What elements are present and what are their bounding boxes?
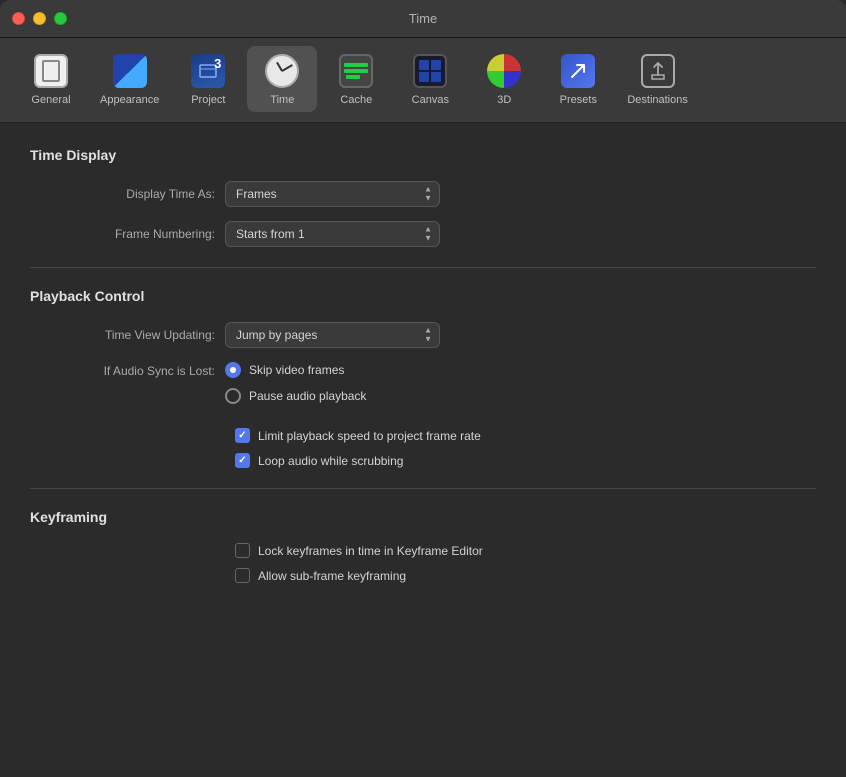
checkbox-lock-keyframes-label: Lock keyframes in time in Keyframe Edito… — [258, 544, 483, 558]
toolbar-item-3d[interactable]: 3D — [469, 46, 539, 112]
divider-2 — [30, 488, 816, 489]
toolbar-item-project[interactable]: 3 Project — [173, 46, 243, 112]
checkbox-loop-audio-label: Loop audio while scrubbing — [258, 454, 403, 468]
radio-pause-label: Pause audio playback — [249, 389, 366, 403]
checkbox-limit-playback-icon[interactable] — [235, 428, 250, 443]
audio-sync-row: If Audio Sync is Lost: Skip video frames… — [30, 362, 816, 414]
display-time-as-label: Display Time As: — [30, 187, 225, 201]
project-icon: 3 — [189, 52, 227, 90]
frame-numbering-wrapper: Starts from 1 Starts from 0 ▲ ▼ — [225, 221, 440, 247]
time-view-updating-row: Time View Updating: Jump by pages Contin… — [30, 322, 816, 348]
time-view-updating-label: Time View Updating: — [30, 328, 225, 342]
display-time-as-row: Display Time As: Frames Timecode Seconds… — [30, 181, 816, 207]
frame-numbering-label: Frame Numbering: — [30, 227, 225, 241]
checkbox-lock-keyframes-row[interactable]: Lock keyframes in time in Keyframe Edito… — [235, 543, 816, 558]
toolbar-label-canvas: Canvas — [412, 94, 449, 106]
toolbar-item-time[interactable]: Time — [247, 46, 317, 112]
radio-skip-icon[interactable] — [225, 362, 241, 378]
toolbar: General Appearance 3 Project — [0, 38, 846, 123]
keyframing-checkboxes: Lock keyframes in time in Keyframe Edito… — [235, 543, 816, 583]
time-view-updating-wrapper: Jump by pages Continuously No updating ▲… — [225, 322, 440, 348]
toolbar-item-appearance[interactable]: Appearance — [90, 46, 169, 112]
frame-numbering-row: Frame Numbering: Starts from 1 Starts fr… — [30, 221, 816, 247]
toolbar-label-presets: Presets — [560, 94, 597, 106]
appearance-icon — [111, 52, 149, 90]
toolbar-label-cache: Cache — [340, 94, 372, 106]
radio-pause-audio[interactable]: Pause audio playback — [225, 388, 366, 404]
maximize-button[interactable] — [54, 12, 67, 25]
frame-numbering-select[interactable]: Starts from 1 Starts from 0 — [225, 221, 440, 247]
toolbar-item-canvas[interactable]: Canvas — [395, 46, 465, 112]
keyframing-section-title: Keyframing — [30, 509, 816, 525]
presets-icon — [559, 52, 597, 90]
radio-pause-icon[interactable] — [225, 388, 241, 404]
display-time-as-wrapper: Frames Timecode Seconds ▲ ▼ — [225, 181, 440, 207]
toolbar-label-project: Project — [191, 94, 225, 106]
checkbox-limit-playback-label: Limit playback speed to project frame ra… — [258, 429, 481, 443]
playback-control-section-title: Playback Control — [30, 288, 816, 304]
audio-sync-label: If Audio Sync is Lost: — [30, 362, 225, 378]
toolbar-item-general[interactable]: General — [16, 46, 86, 112]
3d-icon — [485, 52, 523, 90]
checkbox-subframe-row[interactable]: Allow sub-frame keyframing — [235, 568, 816, 583]
divider-1 — [30, 267, 816, 268]
toolbar-item-cache[interactable]: Cache — [321, 46, 391, 112]
toolbar-label-destinations: Destinations — [627, 94, 688, 106]
toolbar-item-presets[interactable]: Presets — [543, 46, 613, 112]
time-display-section-title: Time Display — [30, 147, 816, 163]
window-title: Time — [409, 11, 437, 26]
toolbar-item-destinations[interactable]: Destinations — [617, 46, 698, 112]
display-time-as-select[interactable]: Frames Timecode Seconds — [225, 181, 440, 207]
general-icon — [32, 52, 70, 90]
close-button[interactable] — [12, 12, 25, 25]
content-area: Time Display Display Time As: Frames Tim… — [0, 123, 846, 617]
checkbox-subframe-label: Allow sub-frame keyframing — [258, 569, 406, 583]
time-view-updating-select[interactable]: Jump by pages Continuously No updating — [225, 322, 440, 348]
checkbox-subframe-icon[interactable] — [235, 568, 250, 583]
radio-skip-label: Skip video frames — [249, 363, 344, 377]
destinations-icon — [639, 52, 677, 90]
toolbar-label-3d: 3D — [497, 94, 511, 106]
title-bar: Time — [0, 0, 846, 38]
toolbar-label-appearance: Appearance — [100, 94, 159, 106]
time-icon — [263, 52, 301, 90]
playback-checkboxes: Limit playback speed to project frame ra… — [235, 428, 816, 468]
canvas-icon — [411, 52, 449, 90]
minimize-button[interactable] — [33, 12, 46, 25]
checkbox-lock-keyframes-icon[interactable] — [235, 543, 250, 558]
checkbox-loop-audio-icon[interactable] — [235, 453, 250, 468]
toolbar-label-time: Time — [270, 94, 294, 106]
traffic-lights — [12, 12, 67, 25]
checkbox-limit-playback-row[interactable]: Limit playback speed to project frame ra… — [235, 428, 816, 443]
checkbox-loop-audio-row[interactable]: Loop audio while scrubbing — [235, 453, 816, 468]
cache-icon — [337, 52, 375, 90]
toolbar-label-general: General — [31, 94, 70, 106]
radio-skip-video-frames[interactable]: Skip video frames — [225, 362, 366, 378]
audio-sync-controls: Skip video frames Pause audio playback — [225, 362, 366, 414]
